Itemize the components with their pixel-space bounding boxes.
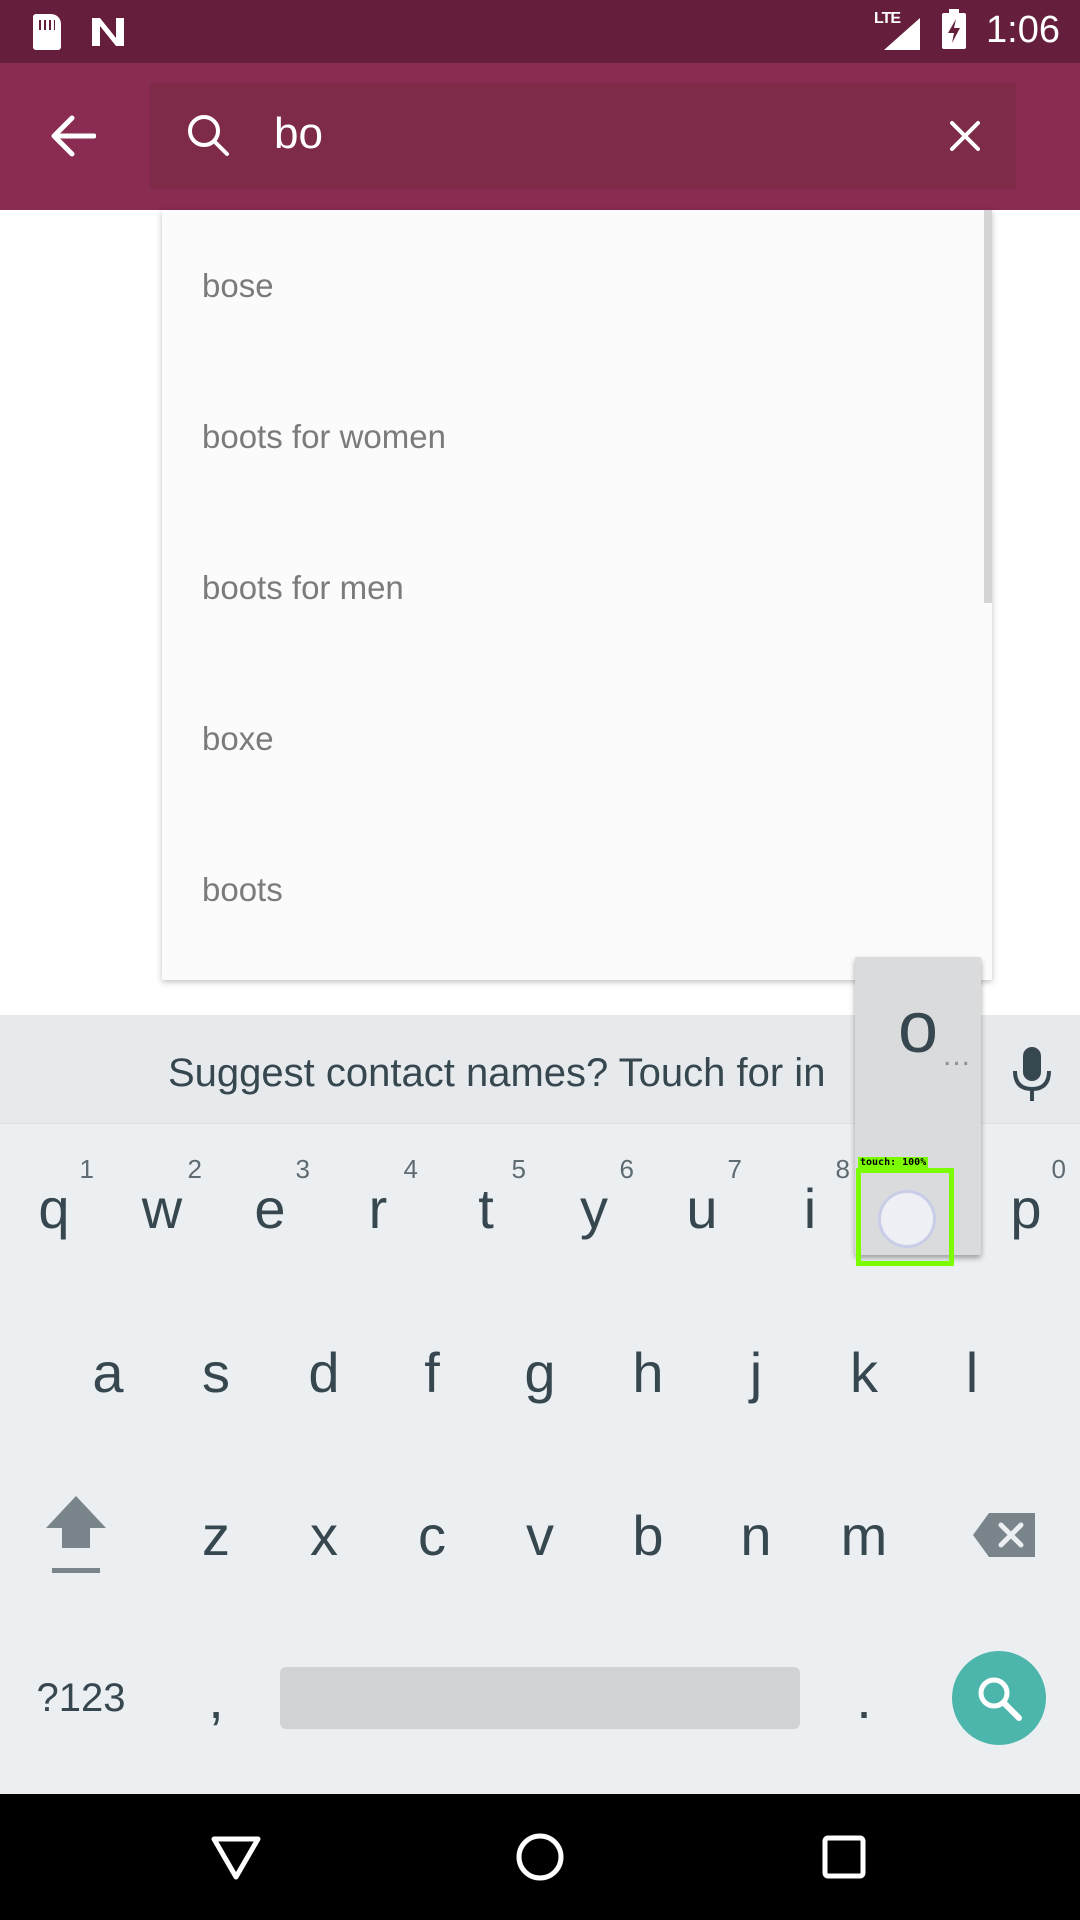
key-hint: 1 (79, 1154, 94, 1184)
delete-key[interactable] (950, 1475, 1058, 1595)
battery-charging-icon (942, 9, 966, 49)
status-bar: LTE 1:06 (0, 0, 1080, 63)
key-z[interactable]: z (162, 1475, 270, 1595)
key-label: i (803, 1176, 817, 1240)
key-label: y (580, 1176, 608, 1240)
more-keys-indicator: ... (943, 1039, 972, 1072)
key-c[interactable]: c (378, 1475, 486, 1595)
key-hint: 7 (727, 1154, 742, 1184)
key-hint: 5 (511, 1154, 526, 1184)
search-box[interactable]: bo (150, 83, 1016, 189)
back-nav-button[interactable] (206, 1827, 266, 1887)
key-hint: 0 (1051, 1154, 1066, 1184)
android-n-icon (92, 18, 124, 46)
suggestion-strip-text: Suggest contact names? Touch for in (168, 1051, 826, 1095)
recents-nav-button[interactable] (814, 1827, 874, 1887)
key-l[interactable]: l (918, 1312, 1026, 1432)
sd-card-icon (33, 14, 61, 50)
suggestion-item[interactable]: boxe (162, 663, 982, 814)
key-m[interactable]: m (810, 1475, 918, 1595)
signal-icon (884, 18, 920, 50)
comma-key[interactable]: , (162, 1638, 270, 1758)
key-k[interactable]: k (810, 1312, 918, 1432)
key-q[interactable]: q1 (0, 1148, 108, 1268)
shift-key[interactable] (22, 1475, 130, 1595)
home-nav-button[interactable] (510, 1827, 570, 1887)
key-hint: 8 (835, 1154, 850, 1184)
key-a[interactable]: a (54, 1312, 162, 1432)
scrollbar[interactable] (984, 210, 992, 603)
key-t[interactable]: t5 (432, 1148, 540, 1268)
touch-indicator-label: touch: 100% (858, 1157, 929, 1168)
suggestion-item[interactable]: boots (162, 814, 982, 965)
key-p[interactable]: p0 (972, 1148, 1080, 1268)
key-w[interactable]: w2 (108, 1148, 216, 1268)
key-g[interactable]: g (486, 1312, 594, 1432)
triangle-back-icon (211, 1836, 261, 1880)
search-suggestions-list: bose boots for women boots for men boxe … (162, 210, 992, 980)
touch-point (878, 1190, 936, 1248)
key-r[interactable]: r4 (324, 1148, 432, 1268)
square-recents-icon (822, 1835, 866, 1879)
key-y[interactable]: y6 (540, 1148, 648, 1268)
app-bar: bo (0, 63, 1080, 210)
suggestion-item[interactable]: bose (162, 210, 982, 361)
key-label: r (368, 1176, 388, 1240)
suggestion-item[interactable]: boots for women (162, 361, 982, 512)
symbols-key[interactable]: ?123 (26, 1638, 136, 1758)
key-n[interactable]: n (702, 1475, 810, 1595)
key-b[interactable]: b (594, 1475, 702, 1595)
key-label: p (1010, 1176, 1042, 1240)
shift-icon (46, 1496, 106, 1573)
search-icon (978, 1677, 1022, 1721)
back-button[interactable] (40, 103, 106, 169)
key-d[interactable]: d (270, 1312, 378, 1432)
search-input[interactable]: bo (274, 109, 323, 159)
search-icon (188, 115, 229, 156)
key-x[interactable]: x (270, 1475, 378, 1595)
key-label: w (141, 1176, 183, 1240)
key-label: u (686, 1176, 718, 1240)
key-u[interactable]: u7 (648, 1148, 756, 1268)
home-circle-icon (516, 1833, 564, 1881)
key-hint: 4 (403, 1154, 418, 1184)
key-h[interactable]: h (594, 1312, 702, 1432)
backspace-icon (973, 1513, 1035, 1557)
navigation-bar (0, 1794, 1080, 1920)
key-hint: 3 (295, 1154, 310, 1184)
period-key[interactable]: . (810, 1638, 918, 1758)
space-key[interactable] (280, 1667, 800, 1729)
key-label: q (38, 1176, 70, 1240)
key-s[interactable]: s (162, 1312, 270, 1432)
search-key[interactable] (952, 1651, 1046, 1745)
clock: 1:06 (986, 9, 1060, 51)
key-f[interactable]: f (378, 1312, 486, 1432)
close-icon (950, 121, 980, 151)
key-i[interactable]: i8 (756, 1148, 864, 1268)
mic-icon[interactable] (1010, 1045, 1054, 1105)
suggestion-item[interactable]: boots for men (162, 512, 982, 663)
key-label: e (254, 1176, 286, 1240)
key-hint: 6 (619, 1154, 634, 1184)
key-label: t (478, 1176, 494, 1240)
key-e[interactable]: e3 (216, 1148, 324, 1268)
arrow-back-icon (51, 115, 96, 157)
key-hint: 2 (187, 1154, 202, 1184)
key-j[interactable]: j (702, 1312, 810, 1432)
key-v[interactable]: v (486, 1475, 594, 1595)
clear-search-button[interactable] (940, 111, 990, 161)
